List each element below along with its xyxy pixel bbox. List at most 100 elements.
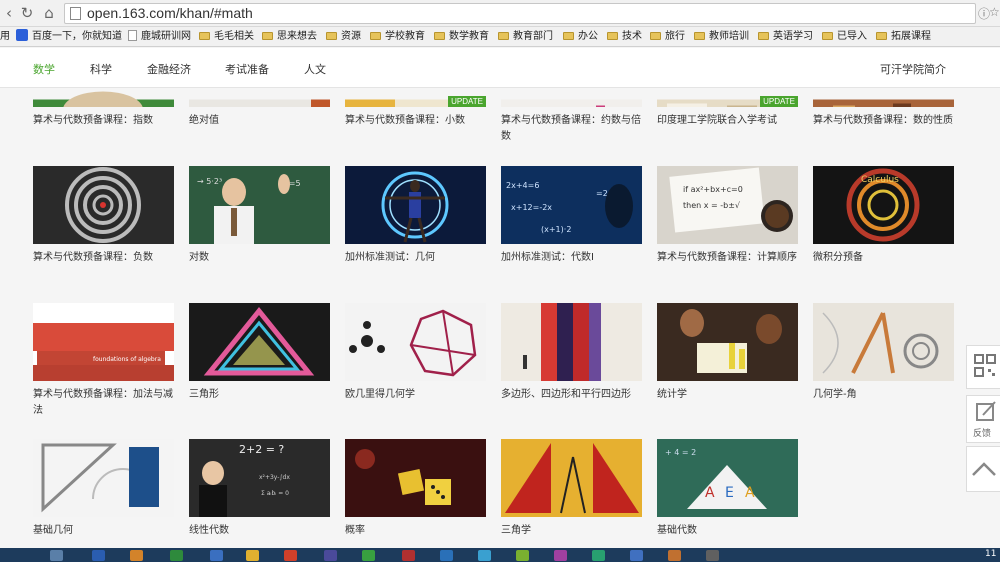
course-thumbnail[interactable] — [501, 439, 642, 517]
course-title[interactable]: 算术与代数预备课程：约数与倍数 — [501, 113, 642, 145]
bookmark-folder[interactable]: 拓展课程 — [876, 29, 931, 45]
folder-icon — [650, 32, 661, 40]
app-icon[interactable] — [706, 550, 719, 561]
bookmark-folder[interactable]: 已导入 — [822, 29, 867, 45]
course-title[interactable]: 微积分预备 — [813, 250, 954, 266]
course-thumbnail[interactable] — [657, 303, 798, 381]
course-thumbnail[interactable] — [501, 303, 642, 381]
bookmark-folder[interactable]: 技术 — [607, 29, 642, 45]
star-icon[interactable]: ☆ — [989, 5, 1000, 19]
course-title[interactable]: 几何学-角 — [813, 387, 954, 403]
bookmark-folder[interactable]: 办公 — [563, 29, 598, 45]
nav-item-test-prep[interactable]: 考试准备 — [225, 61, 269, 77]
nav-item-math[interactable]: 数学 — [33, 61, 55, 77]
course-title[interactable]: 加州标准测试：几何 — [345, 250, 486, 266]
course-thumbnail[interactable] — [813, 303, 954, 381]
app-icon[interactable] — [170, 550, 183, 561]
bookmark-folder[interactable]: 数学教育 — [434, 29, 489, 45]
app-icon[interactable] — [478, 550, 491, 561]
course-title[interactable]: 欧几里得几何学 — [345, 387, 486, 403]
course-title[interactable]: 统计学 — [657, 387, 798, 403]
bookmark-apps[interactable]: 用 — [0, 29, 10, 45]
course-thumbnail[interactable]: + 4 = 2 AEA — [657, 439, 798, 517]
course-title[interactable]: 基础代数 — [657, 523, 798, 539]
nav-about-link[interactable]: 可汗学院简介 — [880, 61, 946, 77]
app-icon[interactable] — [402, 550, 415, 561]
course-title[interactable]: 算术与代数预备课程：指数 — [33, 113, 174, 129]
app-icon[interactable] — [440, 550, 453, 561]
bookmark-folder[interactable]: 旅行 — [650, 29, 685, 45]
url-field[interactable]: open.163.com/khan/#math — [64, 3, 976, 24]
chrome-icon[interactable] — [284, 550, 297, 561]
bookmark-baidu[interactable]: 百度一下，你就知道 — [16, 29, 122, 45]
nav-item-humanities[interactable]: 人文 — [304, 61, 326, 77]
course-title[interactable]: 三角学 — [501, 523, 642, 539]
app-icon[interactable] — [554, 550, 567, 561]
reload-icon[interactable]: ↻ — [18, 4, 36, 22]
course-thumbnail[interactable] — [189, 303, 330, 381]
bookmark-folder[interactable]: 教师培训 — [694, 29, 749, 45]
course-thumbnail[interactable]: foundations of algebra — [33, 303, 174, 381]
app-icon[interactable] — [246, 550, 259, 561]
course-title[interactable]: 三角形 — [189, 387, 330, 403]
course-grid: 算术与代数预备课程：指数 绝对值 3 .1 UPDATE 算术与代数预备课程：小… — [0, 88, 1000, 548]
course-thumbnail[interactable] — [345, 166, 486, 244]
bookmark-folder[interactable]: 毛毛相关 — [199, 29, 254, 45]
back-icon[interactable]: ‹ — [0, 4, 18, 22]
course-thumbnail[interactable]: if ax²+bx+c=0 then x = -b±√ — [657, 166, 798, 244]
svg-text:2x+4=6: 2x+4=6 — [506, 181, 539, 190]
course-thumbnail[interactable]: 3 .1 UPDATE — [345, 88, 486, 107]
course-thumbnail[interactable]: Calculus — [813, 166, 954, 244]
feedback-button[interactable]: 反馈 — [966, 395, 1000, 443]
bookmark-folder[interactable]: 资源 — [326, 29, 361, 45]
bookmark-lucheng[interactable]: 鹿城研训网 — [128, 29, 191, 45]
course-thumbnail[interactable] — [813, 88, 954, 107]
course-title[interactable]: 绝对值 — [189, 113, 330, 129]
course-title[interactable]: 多边形、四边形和平行四边形 — [501, 387, 642, 403]
app-icon[interactable] — [92, 550, 105, 561]
course-thumbnail[interactable]: 2x+4=6 x+12=-2x (x+1)·2 =2 — [501, 166, 642, 244]
course-title[interactable]: 概率 — [345, 523, 486, 539]
course-thumbnail[interactable] — [345, 439, 486, 517]
course-thumbnail[interactable]: UPDATE — [657, 88, 798, 107]
bookmark-folder[interactable]: 学校教育 — [370, 29, 425, 45]
course-title[interactable]: 算术与代数预备课程：数的性质 — [813, 113, 954, 129]
nav-item-finance[interactable]: 金融经济 — [147, 61, 191, 77]
course-title[interactable]: 算术与代数预备课程：加法与减法 — [33, 387, 174, 419]
course-title[interactable]: 基础几何 — [33, 523, 174, 539]
course-thumbnail[interactable] — [33, 439, 174, 517]
app-icon[interactable] — [324, 550, 337, 561]
app-icon[interactable] — [592, 550, 605, 561]
course-title[interactable]: 算术与代数预备课程：负数 — [33, 250, 174, 266]
course-title[interactable]: 对数 — [189, 250, 330, 266]
folder-icon — [434, 32, 445, 40]
qr-code-button[interactable] — [966, 345, 1000, 389]
course-thumbnail[interactable]: → 5·2³ x=5 — [189, 166, 330, 244]
course-title[interactable]: 线性代数 — [189, 523, 330, 539]
course-thumbnail[interactable] — [33, 166, 174, 244]
app-icon[interactable] — [210, 550, 223, 561]
course-thumbnail[interactable] — [33, 88, 174, 107]
app-icon[interactable] — [50, 550, 63, 561]
address-bar: ‹ ↻ ⌂ open.163.com/khan/#math ⓘ ☆ — [0, 0, 1000, 27]
app-icon[interactable] — [630, 550, 643, 561]
back-to-top-button[interactable] — [966, 446, 1000, 492]
nav-item-science[interactable]: 科学 — [90, 61, 112, 77]
course-thumbnail[interactable] — [501, 88, 642, 107]
bookmark-folder[interactable]: 英语学习 — [758, 29, 813, 45]
course-title[interactable]: 算术与代数预备课程：小数 — [345, 113, 486, 129]
folder-icon — [563, 32, 574, 40]
app-icon[interactable] — [668, 550, 681, 561]
course-title[interactable]: 加州标准测试：代数I — [501, 250, 642, 266]
app-icon[interactable] — [130, 550, 143, 561]
bookmark-folder[interactable]: 思来想去 — [262, 29, 317, 45]
course-thumbnail[interactable]: 2+2 = ? x²+3y-∫dx Σ aᵢbᵢ = 0 — [189, 439, 330, 517]
course-title[interactable]: 印度理工学院联合入学考试 — [657, 113, 798, 129]
course-thumbnail[interactable] — [345, 303, 486, 381]
app-icon[interactable] — [516, 550, 529, 561]
app-icon[interactable] — [362, 550, 375, 561]
course-thumbnail[interactable] — [189, 88, 330, 107]
home-icon[interactable]: ⌂ — [40, 4, 58, 22]
course-title[interactable]: 算术与代数预备课程：计算顺序 — [657, 250, 798, 266]
bookmark-folder[interactable]: 教育部门 — [498, 29, 553, 45]
